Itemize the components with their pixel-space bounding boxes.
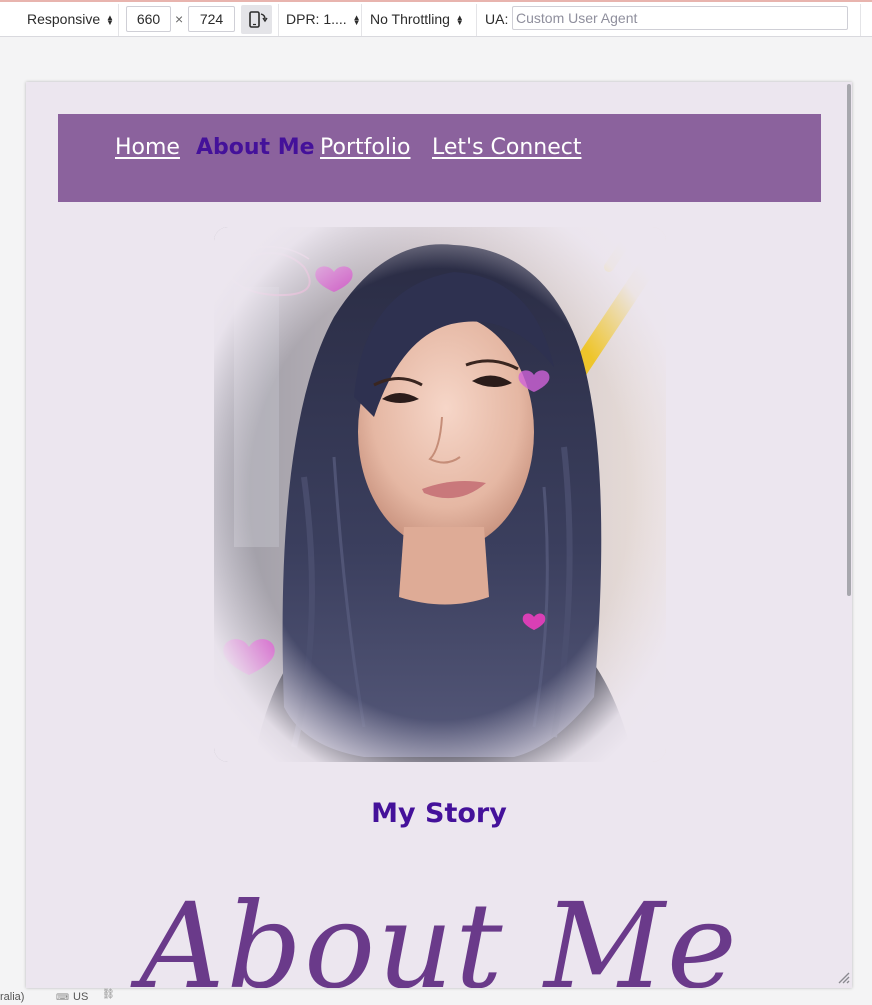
responsive-toolbar: Responsive ▲ ▼ 660 × 724 DPR: 1.... ▲ ▼ No… xyxy=(0,0,872,37)
taskbar-strip: ralia) ⌨ US ⛓ xyxy=(0,989,872,1005)
rotate-device-icon xyxy=(249,11,268,28)
nav-link-about-me[interactable]: About Me xyxy=(196,135,315,160)
nav-link-portfolio[interactable]: Portfolio xyxy=(320,135,411,160)
ua-label: UA: xyxy=(485,11,509,27)
script-title: About Me xyxy=(139,877,739,988)
toolbar-divider xyxy=(860,4,861,36)
toolbar-divider xyxy=(476,4,477,36)
user-agent-input[interactable] xyxy=(512,6,848,30)
resize-handle-icon[interactable] xyxy=(836,970,850,984)
site-nav: Home About Me Portfolio Let's Connect xyxy=(58,114,821,202)
section-heading: My Story xyxy=(371,798,507,829)
keyboard-icon: ⌨ xyxy=(56,992,69,1002)
link-icon: ⛓ xyxy=(102,989,115,1000)
profile-photo xyxy=(214,227,666,762)
viewport-height-input[interactable]: 724 xyxy=(188,6,235,32)
dpr-select[interactable]: DPR: 1.... ▲ ▼ xyxy=(286,6,361,32)
device-viewport: Home About Me Portfolio Let's Connect My… xyxy=(26,82,852,988)
keyboard-layout-label: US xyxy=(73,991,89,1003)
nav-link-lets-connect[interactable]: Let's Connect xyxy=(432,135,582,160)
device-mode-label: Responsive xyxy=(27,11,101,27)
device-mode-select[interactable]: Responsive ▲ ▼ xyxy=(27,6,114,32)
dpr-label: DPR: 1.... xyxy=(286,11,347,27)
throttling-label: No Throttling xyxy=(370,11,450,27)
viewport-width-input[interactable]: 660 xyxy=(126,6,171,32)
throttling-select[interactable]: No Throttling ▲ ▼ xyxy=(370,6,464,32)
updown-arrow-icon: ▲ ▼ xyxy=(352,13,361,28)
updown-arrow-icon: ▲ ▼ xyxy=(106,13,114,28)
toolbar-divider xyxy=(278,4,279,36)
toolbar-divider xyxy=(361,4,362,36)
viewport-scrollbar[interactable] xyxy=(847,84,851,596)
locale-text: ralia) xyxy=(0,991,25,1003)
nav-link-home[interactable]: Home xyxy=(115,135,180,160)
dimension-separator: × xyxy=(175,11,184,27)
rotate-viewport-button[interactable] xyxy=(241,5,272,34)
updown-arrow-icon: ▲ ▼ xyxy=(455,13,464,28)
toolbar-divider xyxy=(118,4,119,36)
